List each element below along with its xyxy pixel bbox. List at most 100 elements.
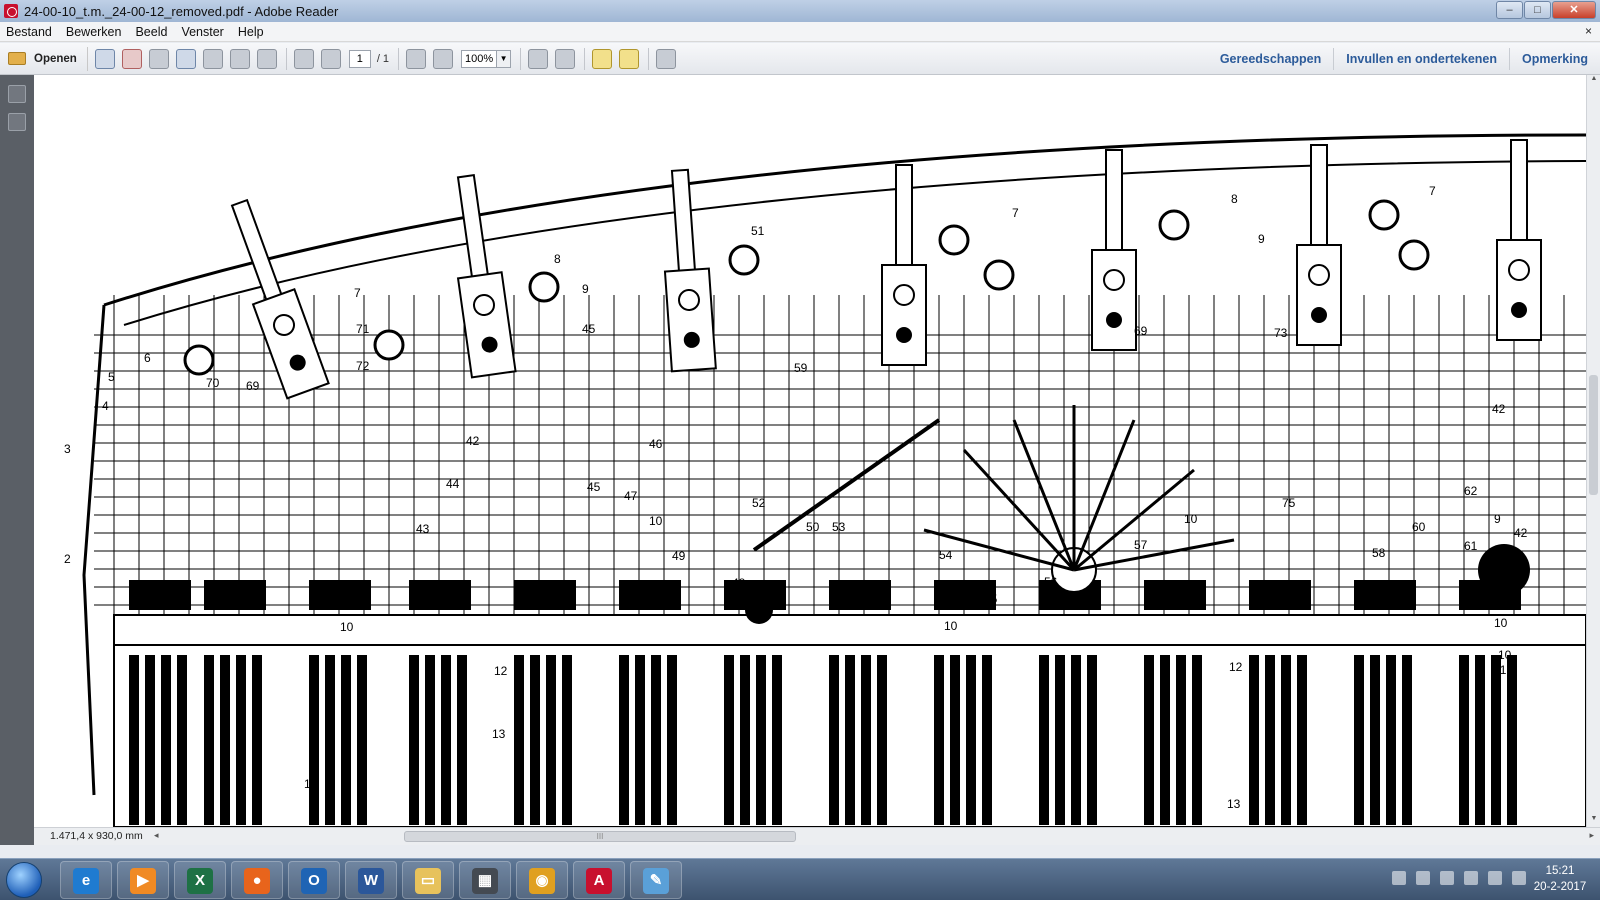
horizontal-scroll-thumb[interactable]: III (404, 831, 796, 842)
clock[interactable]: 15:21 20-2-2017 (1530, 863, 1590, 895)
toolbar-separator (520, 47, 522, 70)
start-button[interactable] (6, 862, 42, 898)
attachments-icon[interactable] (8, 113, 26, 131)
deck-beam (425, 655, 435, 825)
hatch-block (204, 580, 266, 610)
deck-beam (177, 655, 187, 825)
taskbar-app-chrome[interactable]: ◉ (516, 861, 568, 899)
open-label: Openen (34, 52, 77, 65)
drawing-label: 7 (354, 286, 361, 300)
page-number-input[interactable]: 1 (348, 49, 371, 68)
menu-bar: Bestand Bewerken Beeld Venster Help × (0, 22, 1600, 42)
drawing-label: 50 (806, 520, 820, 534)
drawing-label: 53 (832, 520, 846, 534)
ship-deck-drawing: 23456777889991010101010101112 12131315424… (64, 133, 1586, 827)
keyboard-icon[interactable] (1392, 871, 1406, 885)
drawing-label: 7 (1429, 184, 1436, 198)
deck-band (113, 614, 1586, 646)
close-window-button[interactable]: ✕ (1552, 1, 1596, 19)
drawing-label: 12 (494, 664, 508, 678)
print-icon[interactable] (229, 48, 250, 69)
deck-beam (877, 655, 887, 825)
edit-pdf-icon[interactable] (148, 48, 169, 69)
vertical-scrollbar[interactable]: ▲ ▼ (1586, 75, 1600, 827)
highlight-icon[interactable] (619, 48, 640, 69)
create-pdf-icon[interactable] (94, 48, 115, 69)
scuttle-port (1368, 199, 1400, 231)
carriage-wheel (1508, 259, 1530, 281)
menu-beeld[interactable]: Beeld (135, 25, 167, 39)
maximize-button[interactable]: □ (1524, 1, 1551, 19)
cannon-barrel (1510, 139, 1528, 251)
carriage-pin (1311, 307, 1327, 323)
taskbar-app-paint[interactable]: ✎ (630, 861, 682, 899)
stern-edge (82, 304, 106, 796)
fullscreen-icon[interactable] (656, 48, 677, 69)
taskbar-app-adobe-reader[interactable]: A (573, 861, 625, 899)
deck-beam (441, 655, 451, 825)
action-center-icon[interactable] (1440, 871, 1454, 885)
drawing-label: 10 (649, 514, 663, 528)
deck-beam (1087, 655, 1097, 825)
scroll-right-icon[interactable]: ▸ (1589, 830, 1594, 841)
save-icon[interactable] (202, 48, 223, 69)
open-button[interactable]: Openen (8, 46, 88, 71)
show-hidden-icons-icon[interactable] (1416, 871, 1430, 885)
menu-bewerken[interactable]: Bewerken (66, 25, 122, 39)
previous-page-icon[interactable] (293, 48, 314, 69)
scroll-left-icon[interactable]: ◂ (154, 830, 159, 841)
drawing-label: 69 (246, 379, 260, 393)
document-view[interactable]: 2 3 4 5 6 7 7 7 8 8 9 9 9 10 10 10 10 10 10 11 12 12 13 13 15 42 4… (34, 75, 1586, 827)
deck-beam (724, 655, 734, 825)
taskbar-app-printer[interactable]: ▦ (459, 861, 511, 899)
menu-venster[interactable]: Venster (181, 25, 223, 39)
zoom-in-icon[interactable] (433, 48, 454, 69)
hatch-block (619, 580, 681, 610)
network-icon[interactable] (1512, 871, 1526, 885)
scuttle-port (1158, 209, 1190, 241)
taskbar-app-outlook[interactable]: O (288, 861, 340, 899)
battery-icon[interactable] (1464, 871, 1478, 885)
drawing-label: 45 (587, 480, 601, 494)
scroll-up-icon[interactable]: ▲ (1587, 75, 1600, 87)
comment-link[interactable]: Opmerking (1509, 48, 1600, 70)
vertical-scroll-thumb[interactable] (1589, 375, 1598, 495)
carriage-pin (896, 327, 912, 343)
close-document-button[interactable]: × (1585, 24, 1592, 38)
deck-beam (341, 655, 351, 825)
drawing-label: 10 (1184, 512, 1198, 526)
zoom-out-icon[interactable] (406, 48, 427, 69)
capstan-bar (962, 448, 1076, 572)
next-page-icon[interactable] (320, 48, 341, 69)
email-icon[interactable] (256, 48, 277, 69)
taskbar-app-explorer[interactable]: ▭ (402, 861, 454, 899)
chrome-icon: ◉ (529, 868, 555, 894)
drawing-label: 47 (624, 489, 638, 503)
deck-beam (145, 655, 155, 825)
export-pdf-icon[interactable] (121, 48, 142, 69)
fit-page-icon[interactable] (528, 48, 549, 69)
taskbar-app-excel[interactable]: X (174, 861, 226, 899)
zoom-input[interactable]: 100% (461, 49, 498, 68)
hatch-block (514, 580, 576, 610)
scroll-down-icon[interactable]: ▼ (1587, 815, 1600, 827)
menu-help[interactable]: Help (238, 25, 264, 39)
deck-beam (457, 655, 467, 825)
drawing-label: 9 (1494, 512, 1501, 526)
taskbar-app-word[interactable]: W (345, 861, 397, 899)
minimize-button[interactable]: – (1496, 1, 1523, 19)
zoom-dropdown[interactable]: ▼ (497, 49, 512, 68)
taskbar-app-media-player[interactable]: ▶ (117, 861, 169, 899)
pages-icon[interactable] (8, 85, 26, 103)
fit-width-icon[interactable] (555, 48, 576, 69)
comment-icon[interactable] (592, 48, 613, 69)
deck-beam (252, 655, 262, 825)
volume-icon[interactable] (1488, 871, 1502, 885)
cloud-upload-icon[interactable] (175, 48, 196, 69)
menu-bestand[interactable]: Bestand (6, 25, 52, 39)
tools-link[interactable]: Gereedschappen (1208, 48, 1333, 70)
fill-sign-link[interactable]: Invullen en ondertekenen (1333, 48, 1509, 70)
taskbar-app-internet-explorer[interactable]: e (60, 861, 112, 899)
drawing-label: 48 (732, 576, 746, 590)
taskbar-app-firefox[interactable]: ● (231, 861, 283, 899)
